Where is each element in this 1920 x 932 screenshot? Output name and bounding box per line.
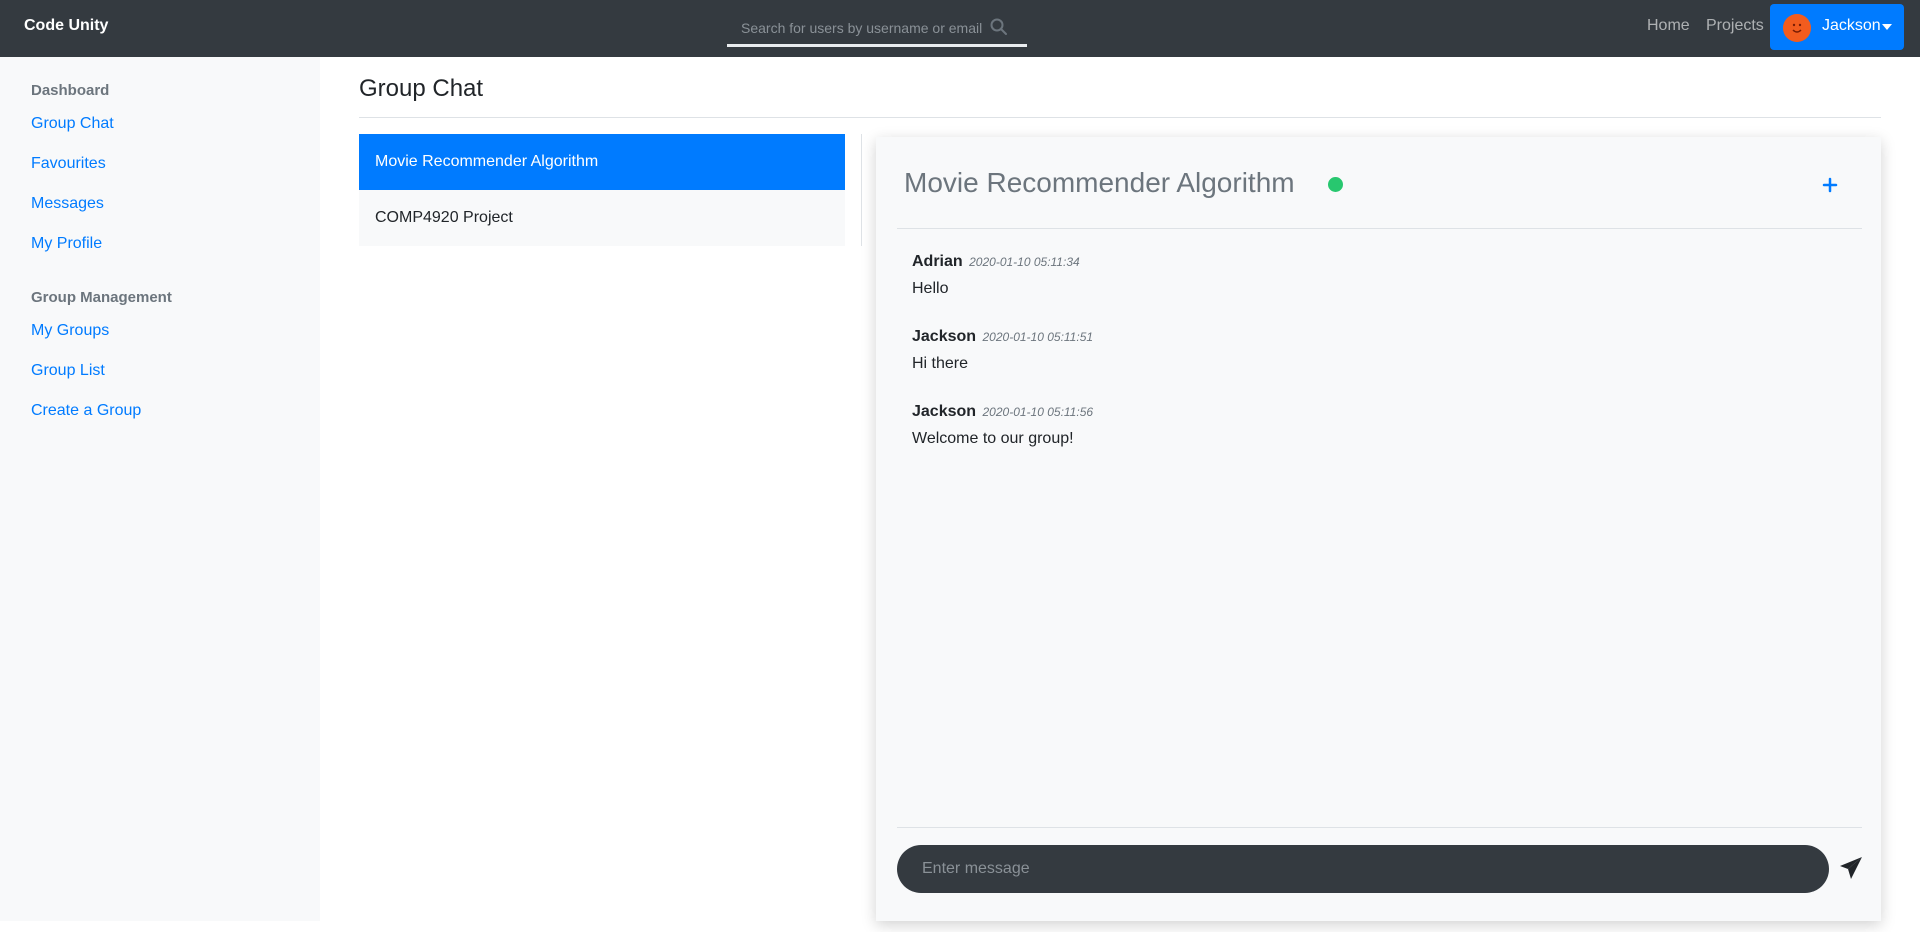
message-timestamp: 2020-01-10 05:11:51 — [982, 330, 1094, 344]
sidebar-heading-dashboard: Dashboard — [31, 82, 110, 99]
user-name: Jackson — [1822, 17, 1881, 34]
plus-icon[interactable] — [1819, 174, 1841, 196]
message-author: Jackson — [912, 403, 977, 420]
sidebar-item-group-list[interactable]: Group List — [31, 362, 105, 380]
sidebar-item-group-chat[interactable]: Group Chat — [31, 115, 114, 133]
search-icon[interactable] — [989, 17, 1009, 37]
chat-header-divider — [897, 228, 1862, 229]
sidebar-item-messages[interactable]: Messages — [31, 195, 104, 213]
avatar-face-icon — [1783, 14, 1811, 42]
message-text: Hello — [912, 280, 949, 297]
chat-panel: Movie Recommender Algorithm Adrian 2020-… — [876, 137, 1881, 921]
page-title: Group Chat — [359, 75, 484, 102]
search-input[interactable] — [741, 16, 991, 40]
message-list: Adrian 2020-01-10 05:11:34 Hello Jackson… — [912, 253, 1812, 478]
send-icon[interactable] — [1838, 855, 1864, 881]
top-navbar: Code Unity Home Projects Jackson — [0, 0, 1920, 57]
chat-footer-divider — [897, 827, 1862, 828]
message-timestamp: 2020-01-10 05:11:34 — [969, 255, 1080, 269]
title-divider — [359, 117, 1881, 118]
group-item[interactable]: COMP4920 Project — [359, 190, 845, 246]
group-list: Movie Recommender Algorithm COMP4920 Pro… — [359, 134, 845, 246]
list-divider — [861, 134, 862, 246]
nav-projects-link[interactable]: Projects — [1706, 17, 1764, 35]
chevron-down-icon — [1882, 24, 1892, 30]
message-author: Adrian — [912, 253, 963, 270]
message-timestamp: 2020-01-10 05:11:56 — [982, 405, 1094, 419]
chat-title: Movie Recommender Algorithm — [904, 167, 1295, 198]
sidebar-item-my-groups[interactable]: My Groups — [31, 322, 109, 340]
user-menu-button[interactable]: Jackson — [1770, 4, 1904, 50]
nav-home-link[interactable]: Home — [1647, 17, 1690, 35]
avatar — [1783, 14, 1811, 42]
sidebar-heading-group-management: Group Management — [31, 289, 172, 306]
message-text: Hi there — [912, 355, 969, 372]
online-status-icon — [1328, 177, 1343, 192]
group-item-active[interactable]: Movie Recommender Algorithm — [359, 134, 845, 190]
message-author: Jackson — [912, 328, 977, 345]
user-search — [727, 12, 1027, 47]
sidebar-item-create-a-group[interactable]: Create a Group — [31, 402, 141, 420]
message-item: Jackson 2020-01-10 05:11:56 Welcome to o… — [912, 403, 1812, 478]
sidebar-item-favourites[interactable]: Favourites — [31, 155, 106, 173]
message-item: Jackson 2020-01-10 05:11:51 Hi there — [912, 328, 1812, 403]
message-text: Welcome to our group! — [912, 430, 1074, 447]
sidebar: Dashboard Group Chat Favourites Messages… — [0, 57, 320, 921]
brand-logo[interactable]: Code Unity — [24, 17, 108, 35]
message-item: Adrian 2020-01-10 05:11:34 Hello — [912, 253, 1812, 328]
sidebar-item-my-profile[interactable]: My Profile — [31, 235, 102, 253]
message-input[interactable] — [897, 845, 1829, 893]
